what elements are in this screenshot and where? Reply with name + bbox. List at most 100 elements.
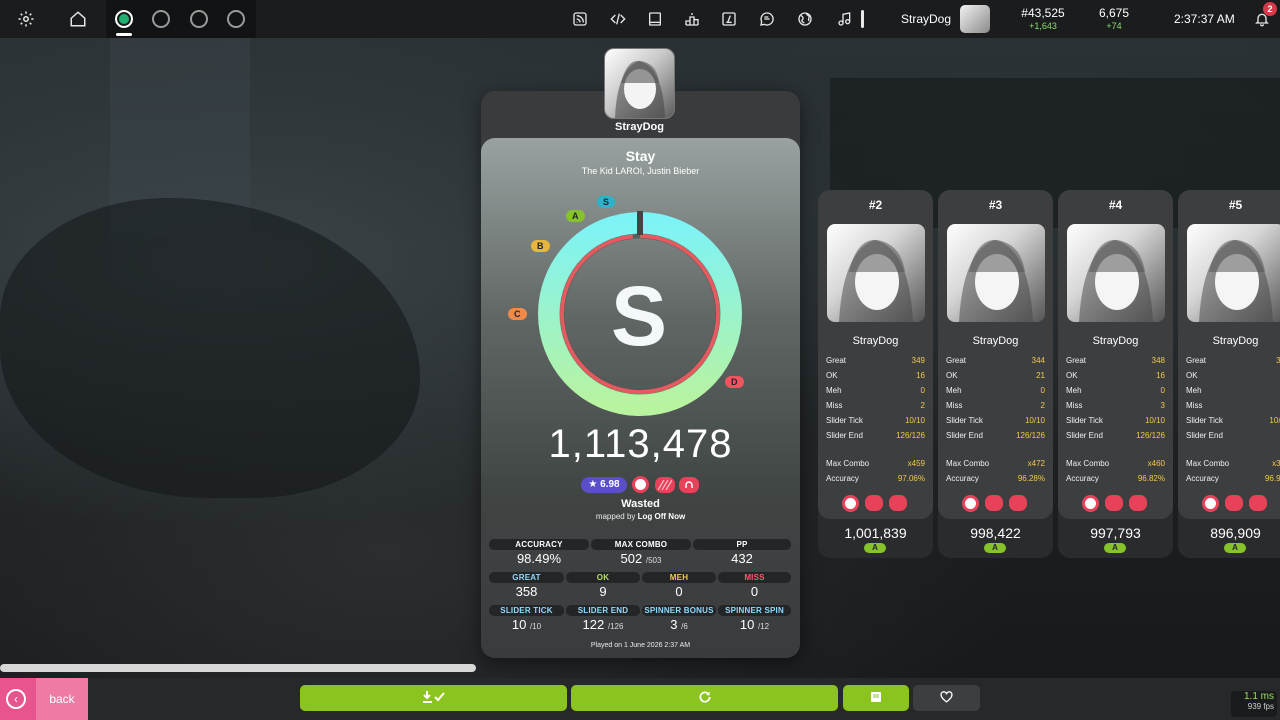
back-button-label[interactable]: back <box>36 678 88 720</box>
code-icon[interactable] <box>599 0 637 38</box>
avatar[interactable] <box>960 5 990 33</box>
avatar[interactable] <box>947 224 1045 322</box>
chevron-left-icon: ‹ <box>6 689 26 709</box>
mod-icon <box>889 495 907 511</box>
leaderboard-stat-row: Accuracy96.90 <box>1186 474 1280 483</box>
leaderboard-stat-row: Great 344 <box>946 356 1045 365</box>
stat-label: SLIDER END <box>566 605 640 616</box>
leaderboard-stat-row: Max Combo x472 <box>946 459 1045 468</box>
leaderboard-stat-row: OK1 <box>1186 371 1198 380</box>
download-replay-button[interactable] <box>300 685 567 711</box>
leaderboard-username[interactable]: StrayDog <box>1178 335 1280 347</box>
leaderboard-stat-row: OK 16 <box>1066 371 1165 380</box>
mod-icon <box>1009 495 1027 511</box>
beatmap-listing-icon[interactable] <box>710 0 748 38</box>
mod-icon <box>962 495 979 512</box>
stat-label: OK <box>566 572 640 583</box>
stat-label: MAX COMBO <box>591 539 691 550</box>
world-icon[interactable] <box>786 0 824 38</box>
rank-chip-s: S <box>597 196 616 208</box>
leaderboard-rank: #2 <box>868 198 883 212</box>
catch-ruleset-icon[interactable] <box>180 0 218 38</box>
leaderboard-stat-row: Miss 3 <box>1066 401 1165 410</box>
taiko-ruleset-icon[interactable] <box>142 0 180 38</box>
mod-icon <box>842 495 859 512</box>
stat-label: SPINNER SPIN <box>718 605 791 616</box>
leaderboard-stat-row: Meh 0 <box>1066 386 1165 395</box>
rank-letter: S <box>610 269 670 363</box>
rss-icon[interactable] <box>561 0 599 38</box>
mod-icon <box>1105 495 1123 511</box>
leaderboard-card[interactable]: #4 StrayDog Great 348 OK 16 Meh 0 Miss 3 Slider Ti… <box>1058 190 1173 558</box>
leaderboard-username[interactable]: StrayDog <box>938 335 1053 347</box>
leaderboard-rank: #3 <box>988 198 1003 212</box>
leaderboard-stat-row: Accuracy 96.28% <box>946 474 1045 483</box>
leaderboard-grade: A <box>864 543 886 553</box>
ring-marker <box>637 211 643 235</box>
home-icon[interactable] <box>59 0 97 38</box>
book-icon <box>870 691 882 706</box>
chat-icon[interactable] <box>748 0 786 38</box>
leaderboard-score: 998,422 <box>970 525 1021 541</box>
leaderboard-username[interactable]: StrayDog <box>818 335 933 347</box>
favourite-button[interactable] <box>913 685 980 711</box>
country-rank: 6,675 +74 <box>1098 6 1130 31</box>
leaderboard-stat-row: Max Combox34 <box>1186 459 1280 468</box>
stat-label: SPINNER BONUS <box>642 605 716 616</box>
leaderboard-grade: A <box>1104 543 1126 553</box>
leaderboard-card[interactable]: #5 StrayDog Great35 OK1 Meh Miss Slider Tick10… <box>1178 190 1280 558</box>
leaderboard-rank: #5 <box>1228 198 1243 212</box>
leaderboard-stat-row: OK 21 <box>946 371 1045 380</box>
retry-button[interactable] <box>571 685 838 711</box>
avatar[interactable] <box>827 224 925 322</box>
leaderboard-stat-row: Great 348 <box>1066 356 1165 365</box>
great-count: 358 <box>515 584 538 599</box>
notification-count: 2 <box>1263 2 1277 16</box>
gear-icon[interactable] <box>7 0 45 38</box>
mod-icon <box>1249 495 1267 511</box>
mod-icon <box>1202 495 1219 512</box>
mod-icon <box>655 477 675 493</box>
stat-label: MISS <box>718 572 791 583</box>
horizontal-scrollbar[interactable] <box>0 664 476 672</box>
miss-count: 0 <box>750 584 759 599</box>
wiki-icon[interactable] <box>636 0 674 38</box>
music-icon[interactable] <box>826 0 864 38</box>
mod-icon <box>985 495 1003 511</box>
clock[interactable]: 2:37:37 AM <box>1174 12 1235 26</box>
stat-label: SLIDER TICK <box>489 605 564 616</box>
toolbar-username[interactable]: StrayDog <box>901 12 951 26</box>
leaderboard-score: 1,001,839 <box>844 525 907 541</box>
ranking-icon[interactable] <box>673 0 711 38</box>
leaderboard-stat-row: Max Combo x459 <box>826 459 925 468</box>
mod-icon <box>679 477 699 493</box>
avatar[interactable] <box>604 48 675 119</box>
song-title: Stay <box>625 148 656 164</box>
leaderboard-rank: #4 <box>1108 198 1123 212</box>
leaderboard-stat-row: Meh 0 <box>826 386 925 395</box>
mod-icon <box>1225 495 1243 511</box>
spinner-spin-value: 10 /12 <box>739 617 770 632</box>
leaderboard-stat-row: Slider Tick 10/10 <box>1066 416 1165 425</box>
leaderboard-card[interactable]: #2 StrayDog Great 349 OK 16 Meh 0 Miss 2 Slider Ti… <box>818 190 933 558</box>
leaderboard-stat-row: Great35 <box>1186 356 1280 365</box>
leaderboard-username[interactable]: StrayDog <box>1058 335 1173 347</box>
star-rating-badge: ★ 6.98 <box>581 477 627 493</box>
player-username[interactable]: StrayDog <box>581 121 698 133</box>
leaderboard-score: 997,793 <box>1090 525 1141 541</box>
leaderboard-card[interactable]: #3 StrayDog Great 344 OK 21 Meh 0 Miss 2 Slider Ti… <box>938 190 1053 558</box>
stat-label: MEH <box>642 572 716 583</box>
leaderboard-grade: A <box>1224 543 1246 553</box>
slider-end-value: 122 /126 <box>582 617 624 632</box>
avatar[interactable] <box>1067 224 1165 322</box>
refresh-icon <box>698 690 712 707</box>
mod-icon <box>1082 495 1099 512</box>
leaderboard-stat-row: Slider Tick 10/10 <box>946 416 1045 425</box>
stat-label: GREAT <box>489 572 564 583</box>
mod-icon <box>1129 495 1147 511</box>
mania-ruleset-icon[interactable] <box>217 0 255 38</box>
avatar[interactable] <box>1187 224 1280 322</box>
difficulty-name: Wasted <box>621 498 660 510</box>
leaderboard-score: 896,909 <box>1210 525 1261 541</box>
collections-button[interactable] <box>843 685 909 711</box>
